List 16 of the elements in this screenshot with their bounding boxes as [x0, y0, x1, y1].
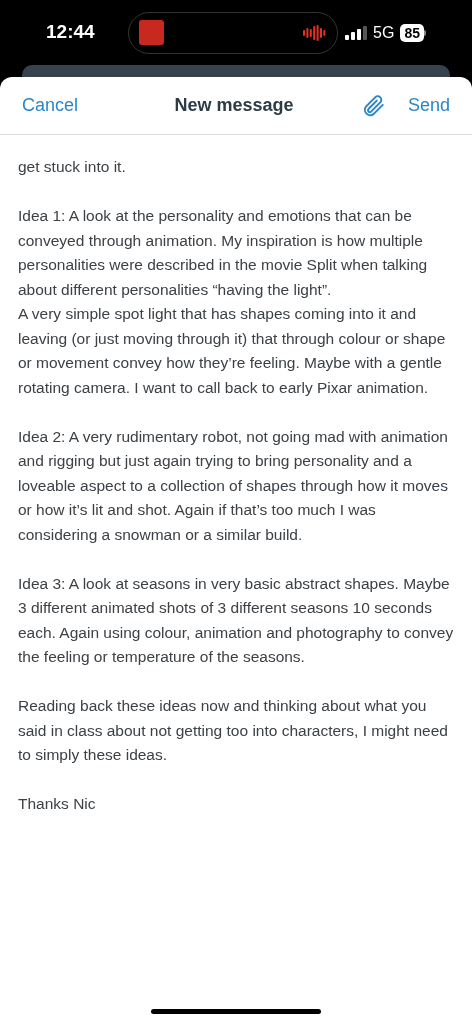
- send-button[interactable]: Send: [407, 92, 450, 119]
- audio-wave-icon: [303, 24, 327, 41]
- message-paragraph: Reading back these ideas now and thinking about what you said in class about not getting too into characters, I might need to simply these ideas.: [18, 696, 449, 765]
- network-label: 5G: [373, 22, 395, 43]
- message-paragraph: get stuck into it.: [18, 157, 127, 177]
- message-paragraph: Idea 1: A look at the personality and emotions that can be conveyed through animation. My inspiration is how multiple personalities were described in the movie Split when talking about different personalities “having the light”.: [18, 206, 429, 300]
- signal-icon: [345, 25, 368, 40]
- screen-title: New message: [173, 94, 294, 117]
- message-paragraph: Idea 3: A look at seasons in very basic abstract shapes. Maybe 3 different animated shots of 3 different seasons 10 seconds each. Again using colour, animation and photography to convey the feeling or temperature of the seasons.: [18, 573, 454, 667]
- message-paragraph: Idea 2: A very rudimentary robot, not going mad with animation and rigging but just again trying to bring personality and a loveable aspect to a collection of shapes through how it moves or how it’s lit and shot. Again if that’s too much I was considering a snowman or a similar build.: [18, 426, 449, 545]
- message-paragraph: Thanks Nic: [18, 794, 97, 814]
- status-time: 12:44: [46, 20, 96, 45]
- cancel-button[interactable]: Cancel: [22, 92, 79, 119]
- message-paragraph: A very simple spot light that has shapes coming into it and leaving (or just moving through it) that through colour or shape or movement convey how they’re feeling. Maybe with a gentle rotating camera. I want to call back to early Pixar animation.: [18, 304, 447, 398]
- app-icon: [139, 20, 164, 45]
- battery-level: 85: [400, 23, 424, 42]
